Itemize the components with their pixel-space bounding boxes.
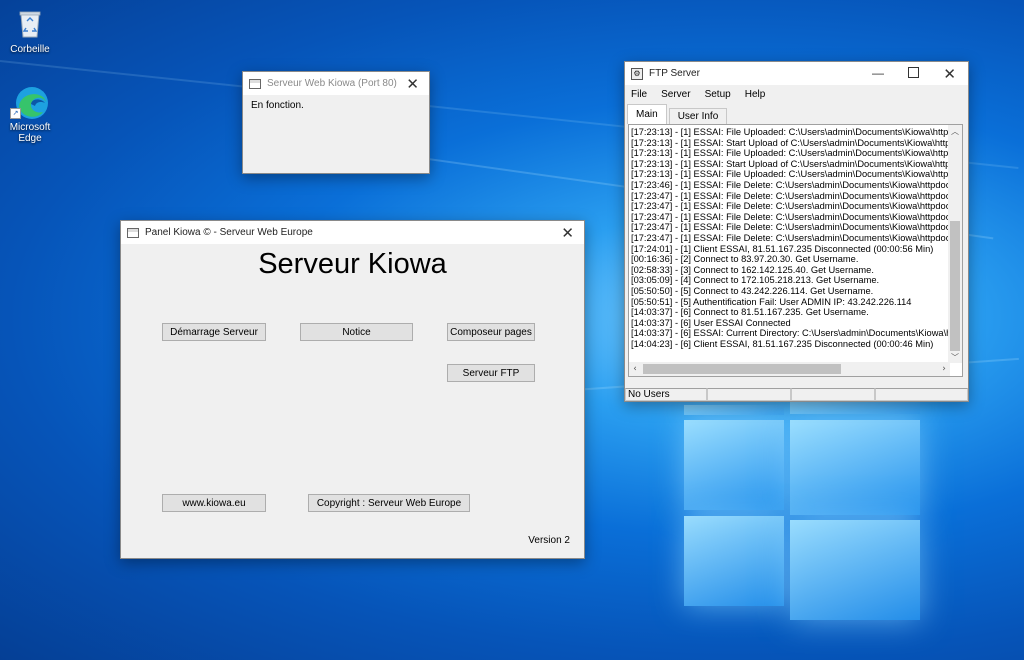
desktop-icon-label: Microsoft Edge <box>9 122 51 144</box>
log-line: [17:23:13] - [1] ESSAI: File Uploaded: C… <box>631 148 949 159</box>
notice-button[interactable]: Notice <box>300 323 413 341</box>
minimize-icon[interactable]: — <box>872 66 884 80</box>
log-line: [00:16:36] - [2] Connect to 83.97.20.30.… <box>631 254 859 265</box>
vertical-scrollbar[interactable]: ︿ ﹀ <box>948 125 962 363</box>
windows-logo-pane <box>684 405 784 415</box>
log-line: [17:23:46] - [1] ESSAI: File Delete: C:\… <box>631 179 949 190</box>
status-bar: No Users <box>625 388 968 401</box>
log-line: [14:03:37] - [6] Connect to 81.51.167.23… <box>631 307 869 318</box>
ftp-server-button[interactable]: Serveur FTP <box>447 364 535 382</box>
menu-server[interactable]: Server <box>661 89 690 104</box>
status-panel <box>791 388 875 401</box>
windows-logo-pane <box>684 420 784 510</box>
windows-logo-pane <box>790 520 920 620</box>
desktop-icon-recycle-bin[interactable]: Corbeille <box>0 6 60 55</box>
start-server-button[interactable]: Démarrage Serveur <box>162 323 266 341</box>
scroll-left-icon[interactable]: ‹ <box>629 362 641 376</box>
scroll-thumb[interactable] <box>643 364 841 374</box>
scroll-thumb[interactable] <box>950 221 960 351</box>
scroll-right-icon[interactable]: › <box>938 362 950 376</box>
close-icon[interactable]: ✕ <box>406 75 419 93</box>
copyright-button[interactable]: Copyright : Serveur Web Europe <box>308 494 470 512</box>
close-icon[interactable]: ✕ <box>561 224 574 242</box>
log-line: [05:50:51] - [5] Authentification Fail: … <box>631 296 912 307</box>
page-composer-button[interactable]: Composeur pages <box>447 323 535 341</box>
menu-bar: File Server Setup Help <box>625 85 968 104</box>
ftp-app-icon: ⚙ <box>631 67 643 80</box>
menu-setup[interactable]: Setup <box>705 89 731 104</box>
log-line: [17:23:47] - [1] ESSAI: File Delete: C:\… <box>631 190 949 201</box>
status-window: Serveur Web Kiowa (Port 80) ✕ En fonctio… <box>242 71 430 174</box>
log-line: [17:23:47] - [1] ESSAI: File Delete: C:\… <box>631 201 949 212</box>
version-label: Version 2 <box>528 535 570 546</box>
title-bar[interactable]: ⚙ FTP Server — ✕ <box>625 62 968 85</box>
log-line: [02:58:33] - [3] Connect to 162.142.125.… <box>631 264 874 275</box>
desktop-icon-edge[interactable]: Microsoft Edge ↗ <box>0 84 60 144</box>
scroll-up-icon[interactable]: ︿ <box>948 126 962 137</box>
window-title: FTP Server <box>649 68 700 79</box>
window-title: Serveur Web Kiowa (Port 80) <box>267 78 397 89</box>
app-icon <box>127 227 139 238</box>
status-panel <box>707 388 791 401</box>
window-title: Panel Kiowa © - Serveur Web Europe <box>145 227 313 238</box>
log-line: [17:23:47] - [1] ESSAI: File Delete: C:\… <box>631 232 949 243</box>
log-line: [17:23:13] - [1] ESSAI: File Uploaded: C… <box>631 169 949 180</box>
tab-strip: Main User Info <box>625 104 968 124</box>
status-users: No Users <box>625 388 707 401</box>
log-line: [14:03:37] - [6] User ESSAI Connected <box>631 317 791 328</box>
windows-logo-pane <box>790 420 920 515</box>
horizontal-scrollbar[interactable]: ‹ › <box>629 362 950 376</box>
title-bar[interactable]: Panel Kiowa © - Serveur Web Europe ✕ <box>121 221 584 244</box>
website-button[interactable]: www.kiowa.eu <box>162 494 266 512</box>
log-line: [17:23:47] - [1] ESSAI: File Delete: C:\… <box>631 222 949 233</box>
log-line: [17:23:13] - [1] ESSAI: Start Upload of … <box>631 158 949 169</box>
log-line: [14:04:23] - [6] Client ESSAI, 81.51.167… <box>631 338 934 349</box>
status-panel <box>875 388 968 401</box>
log-line: [17:23:47] - [1] ESSAI: File Delete: C:\… <box>631 211 949 222</box>
menu-help[interactable]: Help <box>745 89 766 104</box>
tab-user-info[interactable]: User Info <box>668 108 728 124</box>
menu-file[interactable]: File <box>631 89 647 104</box>
log-line: [17:23:13] - [1] ESSAI: Start Upload of … <box>631 137 949 148</box>
tab-main[interactable]: Main <box>627 104 667 124</box>
app-icon <box>249 78 261 89</box>
log-box[interactable]: [17:23:13] - [1] ESSAI: File Uploaded: C… <box>628 124 963 377</box>
panel-window: Panel Kiowa © - Serveur Web Europe ✕ Ser… <box>120 220 585 559</box>
log-line: [17:24:01] - [1] Client ESSAI, 81.51.167… <box>631 243 934 254</box>
close-icon[interactable]: ✕ <box>943 65 956 83</box>
panel-heading: Serveur Kiowa <box>258 248 447 280</box>
scroll-down-icon[interactable]: ﹀ <box>948 352 962 363</box>
windows-logo-pane <box>684 516 784 606</box>
log-line: [05:50:50] - [5] Connect to 43.242.226.1… <box>631 285 874 296</box>
status-message: En fonction. <box>251 100 304 111</box>
log-line: [03:05:09] - [4] Connect to 172.105.218.… <box>631 275 880 286</box>
log-lines: [17:23:13] - [1] ESSAI: File Uploaded: C… <box>631 127 949 361</box>
title-bar[interactable]: Serveur Web Kiowa (Port 80) ✕ <box>243 72 429 95</box>
recycle-bin-icon <box>13 6 47 40</box>
log-line: [14:03:37] - [6] ESSAI: Current Director… <box>631 328 949 339</box>
desktop-icon-label: Corbeille <box>10 44 50 55</box>
maximize-icon[interactable] <box>908 67 919 78</box>
shortcut-arrow-icon: ↗ <box>10 108 21 119</box>
log-line: [17:23:13] - [1] ESSAI: File Uploaded: C… <box>631 127 949 137</box>
ftp-server-window: ⚙ FTP Server — ✕ File Server Setup Help … <box>624 61 969 402</box>
